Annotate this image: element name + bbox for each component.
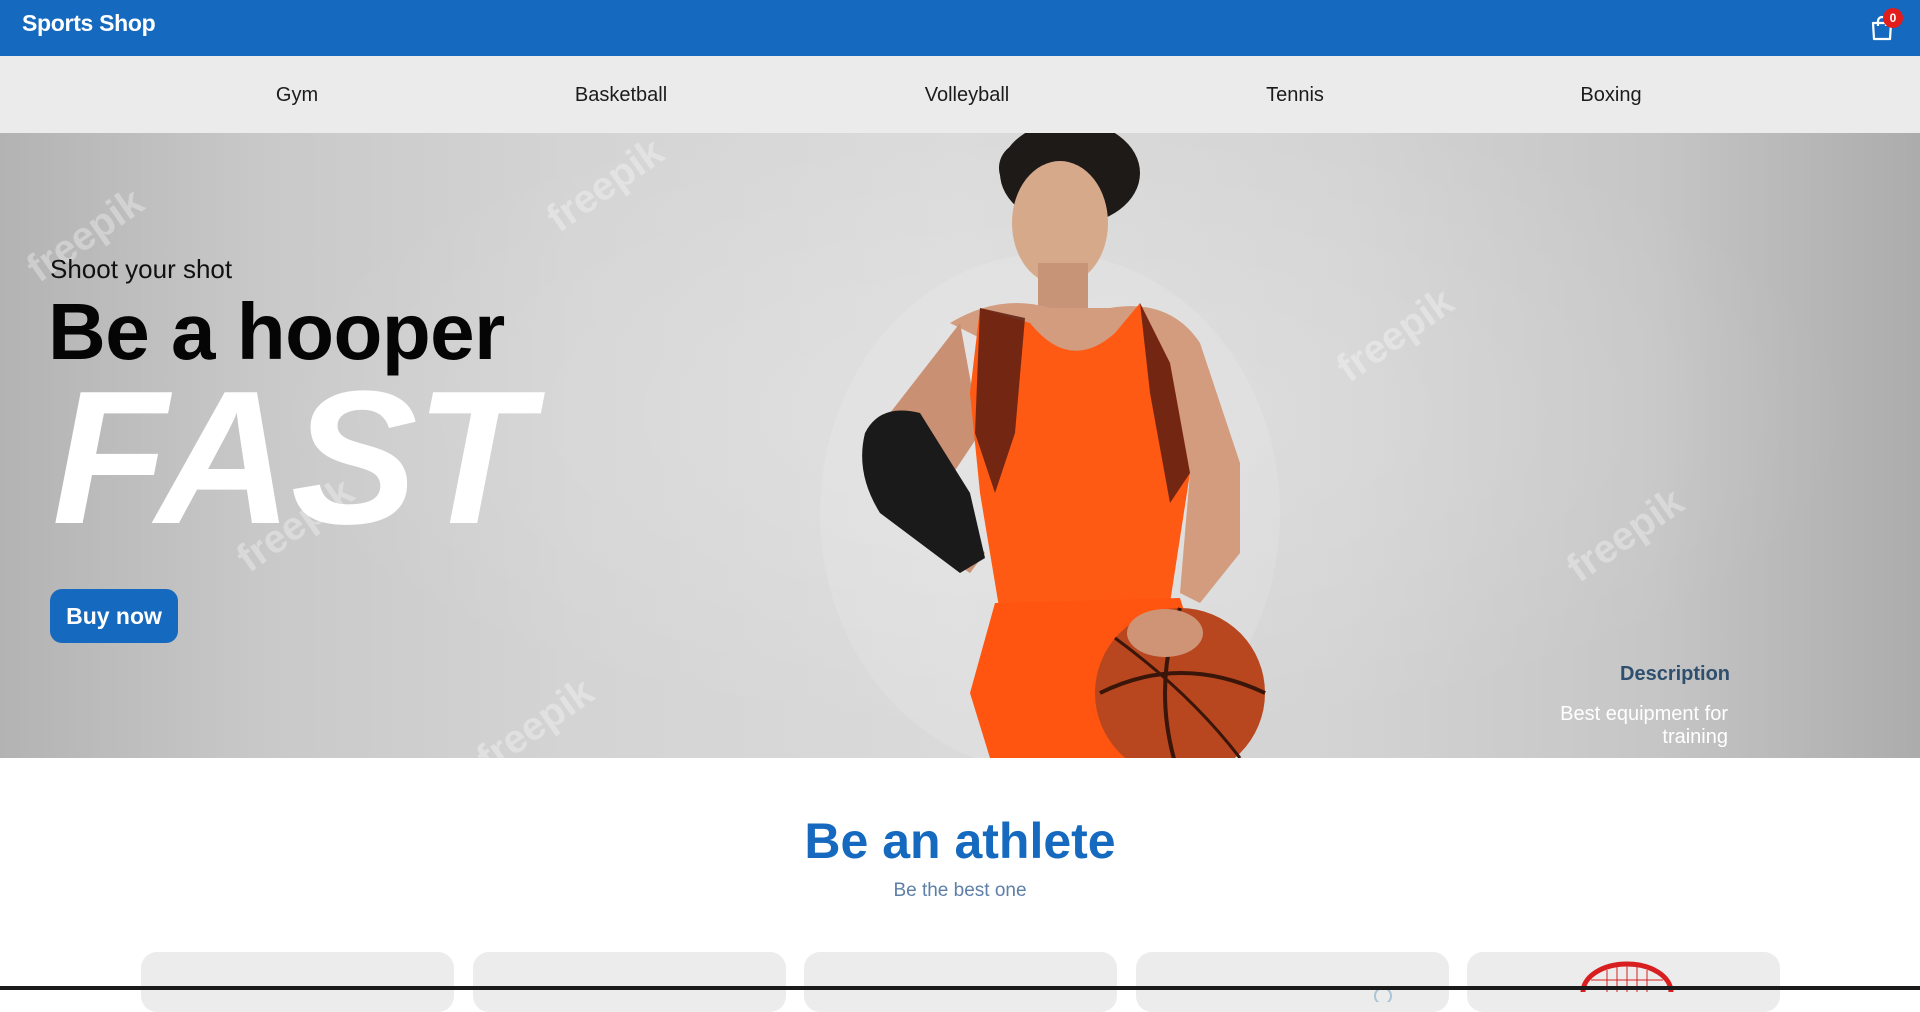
nav-item-tennis[interactable]: Tennis	[1266, 84, 1324, 107]
taskbar-edge	[0, 986, 1920, 990]
cart-count-badge: 0	[1883, 8, 1903, 28]
product-card[interactable]	[804, 952, 1117, 1012]
hero-headline: FAST	[52, 352, 532, 564]
hero-banner: freepik freepik freepik freepik freepik …	[0, 133, 1920, 758]
nav-item-volleyball[interactable]: Volleyball	[925, 84, 1010, 107]
product-card[interactable]	[1467, 952, 1780, 1012]
brand-logo[interactable]: Sports Shop	[22, 10, 156, 37]
nav-item-boxing[interactable]: Boxing	[1580, 84, 1641, 107]
section-subtitle: Be the best one	[893, 880, 1027, 901]
product-image	[1374, 987, 1392, 1002]
hero-subtitle: Shoot your shot	[50, 254, 233, 284]
buy-now-button[interactable]: Buy now	[50, 589, 178, 643]
nav-item-basketball[interactable]: Basketball	[575, 84, 667, 107]
section-title: Be an athlete	[804, 813, 1116, 869]
description-text: Best equipment for training	[1560, 703, 1728, 748]
product-card[interactable]	[141, 952, 454, 1012]
basketball-player-image	[820, 133, 1280, 758]
top-header: Sports Shop 0	[0, 0, 1920, 56]
nav-item-gym[interactable]: Gym	[276, 84, 318, 107]
category-nav: Gym Basketball Volleyball Tennis Boxing	[0, 56, 1920, 133]
cart-button[interactable]: 0	[1866, 8, 1903, 44]
description-title: Description	[1620, 663, 1731, 685]
product-card[interactable]	[473, 952, 786, 1012]
product-card[interactable]	[1136, 952, 1449, 1012]
